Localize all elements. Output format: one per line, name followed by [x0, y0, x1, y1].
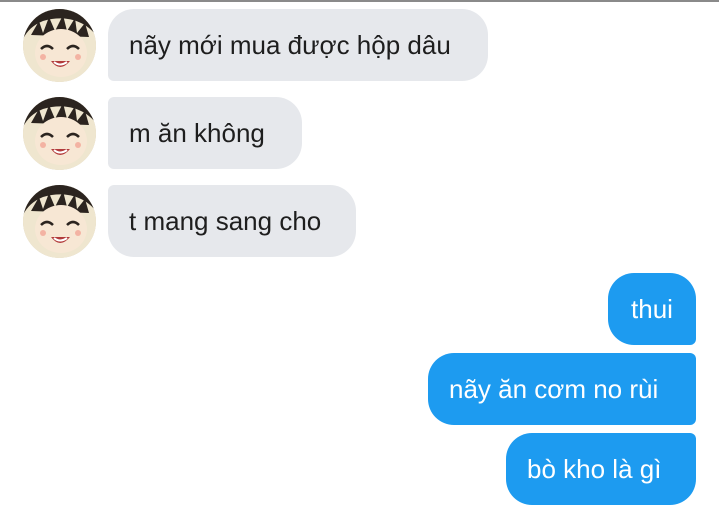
message-text: m ăn không — [129, 117, 265, 148]
incoming-message[interactable]: nãy mới mua được hộp dâu — [108, 9, 488, 81]
message-text: nãy ăn cơm no rùi — [449, 373, 659, 404]
contact-avatar[interactable] — [23, 97, 96, 170]
message-text: t mang sang cho — [129, 205, 322, 236]
message-text: bò kho là gì — [527, 453, 662, 484]
top-divider — [0, 0, 719, 2]
message-text: thui — [631, 293, 673, 324]
anime-boy-avatar-icon — [23, 9, 96, 82]
contact-avatar[interactable] — [23, 9, 96, 82]
message-text: nãy mới mua được hộp dâu — [129, 29, 451, 60]
anime-boy-avatar-icon — [23, 185, 96, 258]
anime-boy-avatar-icon — [23, 97, 96, 170]
outgoing-message[interactable]: bò kho là gì — [506, 433, 696, 505]
incoming-message[interactable]: t mang sang cho — [108, 185, 356, 257]
contact-avatar[interactable] — [23, 185, 96, 258]
outgoing-message[interactable]: nãy ăn cơm no rùi — [428, 353, 696, 425]
outgoing-message[interactable]: thui — [608, 273, 696, 345]
incoming-message[interactable]: m ăn không — [108, 97, 302, 169]
